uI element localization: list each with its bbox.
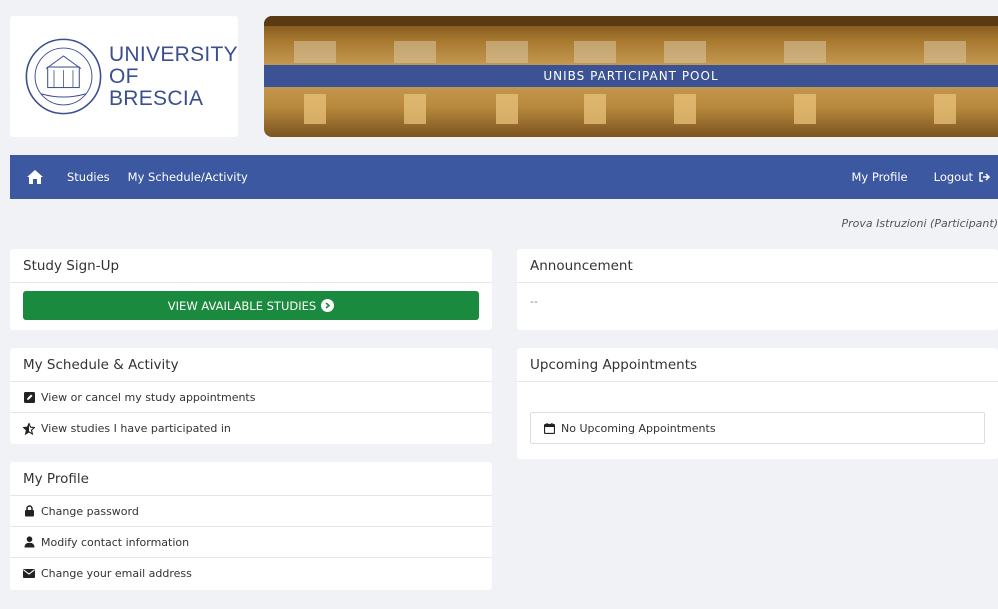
view-available-studies-button[interactable]: VIEW AVAILABLE STUDIES bbox=[23, 291, 479, 320]
modify-contact-info-label: Modify contact information bbox=[41, 535, 190, 549]
modify-contact-info-link[interactable]: Modify contact information bbox=[10, 527, 492, 558]
university-seal-icon bbox=[25, 38, 102, 115]
view-cancel-appointments-link[interactable]: View or cancel my study appointments bbox=[10, 382, 492, 413]
announcement-body: -- bbox=[530, 295, 538, 308]
current-user-label: Prova Istruzioni (Participant) bbox=[841, 217, 998, 230]
chevron-circle-right-icon bbox=[321, 299, 335, 312]
nav-profile-link[interactable]: My Profile bbox=[851, 170, 907, 184]
envelope-icon bbox=[23, 568, 35, 580]
change-password-label: Change password bbox=[41, 504, 139, 518]
view-available-studies-label: VIEW AVAILABLE STUDIES bbox=[167, 298, 317, 313]
view-cancel-appointments-label: View or cancel my study appointments bbox=[41, 390, 256, 404]
banner-title: UNIBS PARTICIPANT POOL bbox=[264, 65, 998, 87]
main-navbar: Studies My Schedule/Activity My Profile … bbox=[10, 155, 998, 199]
nav-schedule-link[interactable]: My Schedule/Activity bbox=[128, 170, 248, 184]
logo-line-2: OF BRESCIA bbox=[108, 64, 204, 110]
header-banner: UNIBS PARTICIPANT POOL bbox=[264, 16, 998, 137]
change-email-link[interactable]: Change your email address bbox=[10, 558, 492, 589]
sign-out-icon bbox=[979, 172, 990, 182]
announcement-panel: Announcement -- bbox=[517, 249, 998, 330]
upcoming-appointments-panel: Upcoming Appointments No Upcoming Appoin… bbox=[517, 348, 998, 459]
my-profile-panel: My Profile Change password Modify contac… bbox=[10, 462, 492, 590]
change-email-label: Change your email address bbox=[41, 567, 192, 580]
university-logo[interactable]: UNIVERSITY OF BRESCIA bbox=[10, 16, 238, 137]
logout-link[interactable]: Logout bbox=[934, 170, 990, 184]
no-appointments-label: No Upcoming Appointments bbox=[561, 421, 716, 435]
university-name: UNIVERSITY OF BRESCIA bbox=[108, 42, 238, 110]
nav-studies-link[interactable]: Studies bbox=[67, 170, 110, 184]
study-signup-title: Study Sign-Up bbox=[10, 249, 492, 283]
edit-icon bbox=[23, 391, 35, 403]
no-appointments-box: No Upcoming Appointments bbox=[530, 412, 985, 444]
lock-icon bbox=[23, 505, 35, 517]
logo-line-1: UNIVERSITY bbox=[108, 42, 238, 66]
schedule-activity-title: My Schedule & Activity bbox=[10, 348, 492, 382]
view-participated-studies-link[interactable]: View studies I have participated in bbox=[10, 413, 492, 444]
star-half-icon bbox=[23, 422, 35, 435]
study-signup-panel: Study Sign-Up VIEW AVAILABLE STUDIES bbox=[10, 249, 492, 330]
user-icon bbox=[23, 536, 35, 548]
home-icon[interactable] bbox=[25, 167, 45, 187]
schedule-activity-panel: My Schedule & Activity View or cancel my… bbox=[10, 348, 492, 444]
upcoming-appointments-title: Upcoming Appointments bbox=[517, 348, 998, 382]
view-participated-studies-label: View studies I have participated in bbox=[41, 422, 231, 435]
calendar-icon bbox=[543, 422, 555, 434]
logout-label: Logout bbox=[933, 170, 973, 184]
change-password-link[interactable]: Change password bbox=[10, 496, 492, 527]
my-profile-title: My Profile bbox=[10, 462, 492, 496]
announcement-title: Announcement bbox=[517, 249, 998, 283]
